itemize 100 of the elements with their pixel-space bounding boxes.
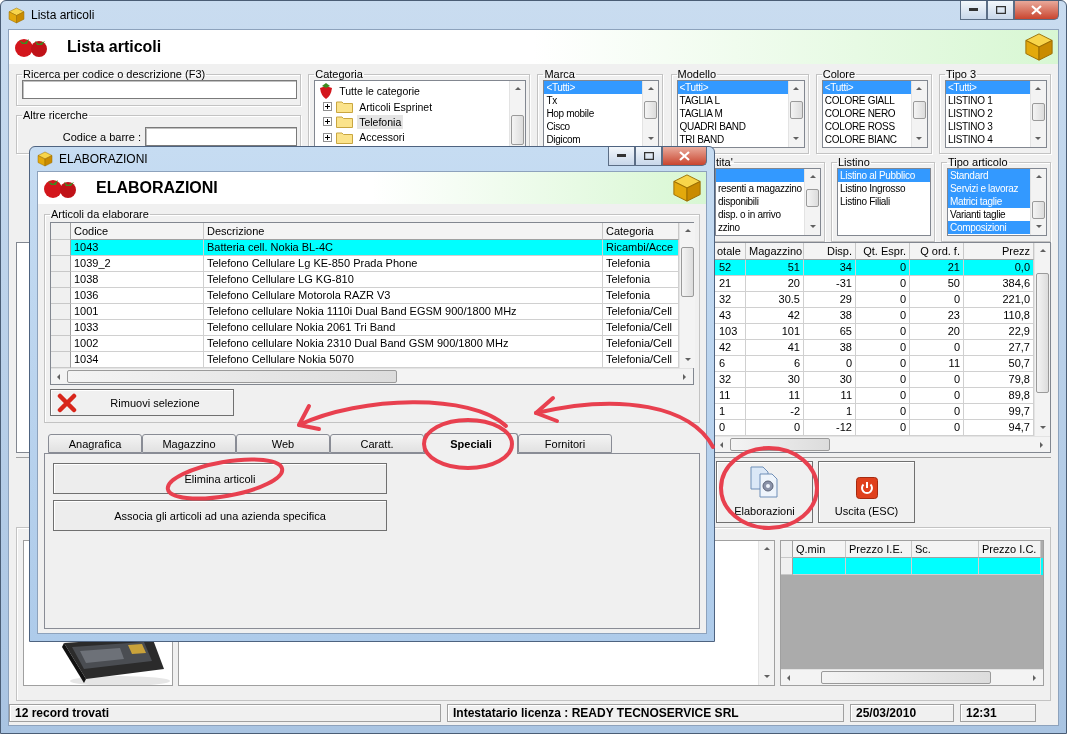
- row-header[interactable]: [781, 558, 793, 575]
- row-header[interactable]: [51, 288, 71, 304]
- column-header[interactable]: Descrizione: [204, 223, 603, 240]
- list-item[interactable]: TAGLIA M: [677, 107, 788, 120]
- row-header[interactable]: [51, 272, 71, 288]
- vertical-scrollbar[interactable]: [910, 81, 927, 147]
- list-item[interactable]: disp. o in arrivo: [716, 208, 804, 221]
- list-box[interactable]: <Tutti> LISTINO 1 LISTINO 2 LISTINO 3 LISTINO 4: [944, 80, 1047, 148]
- scroll-thumb[interactable]: [1036, 273, 1049, 393]
- column-header[interactable]: Q ord. f.: [910, 243, 964, 260]
- expand-toggle[interactable]: [323, 117, 333, 127]
- list-item[interactable]: Listino Filiali: [838, 195, 930, 208]
- action-button[interactable]: Associa gli articoli ad una azienda specifica: [53, 500, 387, 531]
- row-header[interactable]: [51, 320, 71, 336]
- vertical-scrollbar[interactable]: [679, 223, 695, 368]
- maximize-button[interactable]: [635, 147, 662, 166]
- list-item[interactable]: COLORE BIANC: [822, 133, 911, 146]
- tree-item[interactable]: Telefonia: [357, 115, 404, 129]
- table-row[interactable]: 52 51 34 0 21 0,0: [714, 260, 1034, 276]
- tree-item[interactable]: Accessori: [357, 130, 407, 145]
- list-item[interactable]: TAGLIA L: [677, 94, 788, 107]
- vertical-scrollbar[interactable]: [1029, 81, 1046, 147]
- list-item[interactable]: LISTINO 4: [945, 133, 1030, 146]
- tab[interactable]: Web: [236, 434, 330, 453]
- list-item[interactable]: COLORE ROSS: [822, 120, 911, 133]
- list-item[interactable]: QUADRI BAND: [677, 120, 788, 133]
- vertical-scrollbar[interactable]: [509, 81, 526, 147]
- scroll-thumb[interactable]: [789, 101, 803, 119]
- list-box[interactable]: <Tutti> TAGLIA L TAGLIA M QUADRI BAND TRI BAND: [676, 80, 805, 148]
- table-row[interactable]: 1033 Telefono cellulare Nokia 2061 Tri Band Telefonia/Cell: [51, 320, 679, 336]
- column-header[interactable]: otale: [714, 243, 746, 260]
- list-item[interactable]: LISTINO 1: [945, 94, 1030, 107]
- column-header[interactable]: Codice: [71, 223, 204, 240]
- scroll-thumb[interactable]: [806, 189, 819, 207]
- list-item[interactable]: Tx: [544, 94, 643, 107]
- search-field[interactable]: [22, 80, 297, 99]
- column-header[interactable]: Prezzo I.E.: [846, 541, 912, 558]
- exit-button[interactable]: Uscita (ESC): [818, 461, 915, 523]
- table-row[interactable]: 1036 Telefono Cellulare Motorola RAZR V3 Telefonia: [51, 288, 679, 304]
- minimize-button[interactable]: [960, 1, 987, 20]
- table-row[interactable]: 1001 Telefono cellulare Nokia 1110i Dual Band EGSM 900/1800 MHz Telefonia/Cell: [51, 304, 679, 320]
- column-header[interactable]: Prezz: [964, 243, 1034, 260]
- expand-toggle[interactable]: [323, 102, 333, 112]
- column-header[interactable]: Q.min: [793, 541, 846, 558]
- list-item[interactable]: zzino: [716, 221, 804, 234]
- list-box[interactable]: <Tutti> COLORE GIALL COLORE NERO COLORE ROSS COLORE BIANC: [821, 80, 928, 148]
- table-row[interactable]: 1038 Telefono Cellulare LG KG-810 Telefonia: [51, 272, 679, 288]
- list-item[interactable]: disponibili: [716, 195, 804, 208]
- scroll-thumb[interactable]: [912, 101, 926, 119]
- list-item[interactable]: LISTINO 2: [945, 107, 1030, 120]
- list-item[interactable]: Varianti taglie: [948, 208, 1030, 221]
- tab[interactable]: Fornitori: [518, 434, 612, 453]
- vertical-scrollbar[interactable]: [804, 169, 820, 235]
- tab[interactable]: Speciali: [424, 433, 518, 454]
- scroll-thumb[interactable]: [644, 101, 658, 119]
- tab[interactable]: Caratt.: [330, 434, 424, 453]
- row-header[interactable]: [51, 223, 71, 240]
- list-item[interactable]: resenti a magazzino: [716, 182, 804, 195]
- list-item[interactable]: Hop mobile: [544, 107, 643, 120]
- remove-selection-button[interactable]: Rimuovi selezione: [50, 389, 234, 416]
- tab[interactable]: Anagrafica: [48, 434, 142, 453]
- column-header[interactable]: Qt. Espr.: [856, 243, 910, 260]
- list-item[interactable]: Listino Ingrosso: [838, 182, 930, 195]
- expand-toggle[interactable]: [323, 132, 333, 142]
- table-row[interactable]: 1039_2 Telefono Cellulare Lg KE-850 Prada Phone Telefonia: [51, 256, 679, 272]
- close-button[interactable]: [662, 147, 707, 166]
- row-header[interactable]: [51, 304, 71, 320]
- list-box[interactable]: <Tutti> Tx Hop mobile Cisco Digicom: [543, 80, 660, 148]
- list-item[interactable]: Cisco: [544, 120, 643, 133]
- tree-item[interactable]: Articoli Esprinet: [357, 99, 435, 114]
- scroll-thumb[interactable]: [1032, 201, 1045, 219]
- horizontal-scrollbar[interactable]: [714, 436, 1050, 452]
- list-box[interactable]: Standard Servizi e lavoraz Matrici taglie Varianti taglie Composizioni: [947, 168, 1047, 236]
- scroll-thumb[interactable]: [67, 370, 397, 383]
- vertical-scrollbar[interactable]: [758, 541, 774, 685]
- barcode-field[interactable]: [145, 127, 297, 146]
- column-header[interactable]: Sc.: [912, 541, 979, 558]
- list-item[interactable]: TRI BAND: [677, 133, 788, 146]
- tab[interactable]: Magazzino: [142, 434, 236, 453]
- row-header[interactable]: [51, 256, 71, 272]
- list-item[interactable]: COLORE NERO: [822, 107, 911, 120]
- list-box[interactable]: Listino al Pubblico Listino Ingrosso Listino Filiali: [837, 168, 931, 236]
- table-row[interactable]: 1002 Telefono cellulare Nokia 2310 Dual Band GSM 900/1800 MHz Telefonia/Cell: [51, 336, 679, 352]
- table-row[interactable]: 1043 Batteria cell. Nokia BL-4C Ricambi/Acce: [51, 240, 679, 256]
- list-item[interactable]: LISTINO 3: [945, 120, 1030, 133]
- row-header[interactable]: [51, 336, 71, 352]
- scroll-thumb[interactable]: [821, 671, 991, 684]
- column-header[interactable]: Disp.: [804, 243, 856, 260]
- maximize-button[interactable]: [987, 1, 1014, 20]
- scroll-thumb[interactable]: [511, 115, 525, 145]
- scroll-thumb[interactable]: [681, 247, 694, 297]
- tree-item[interactable]: Tutte le categorie: [337, 84, 422, 98]
- close-button[interactable]: [1014, 1, 1059, 20]
- list-item[interactable]: COLORE GIALL: [822, 94, 911, 107]
- minimize-button[interactable]: [608, 147, 635, 166]
- horizontal-scrollbar[interactable]: [51, 368, 693, 384]
- list-item[interactable]: Digicom: [544, 133, 643, 146]
- list-box[interactable]: resenti a magazzino disponibili disp. o in arrivo zzino: [715, 168, 821, 236]
- column-header[interactable]: Magazzino: [746, 243, 804, 260]
- vertical-scrollbar[interactable]: [1030, 169, 1046, 235]
